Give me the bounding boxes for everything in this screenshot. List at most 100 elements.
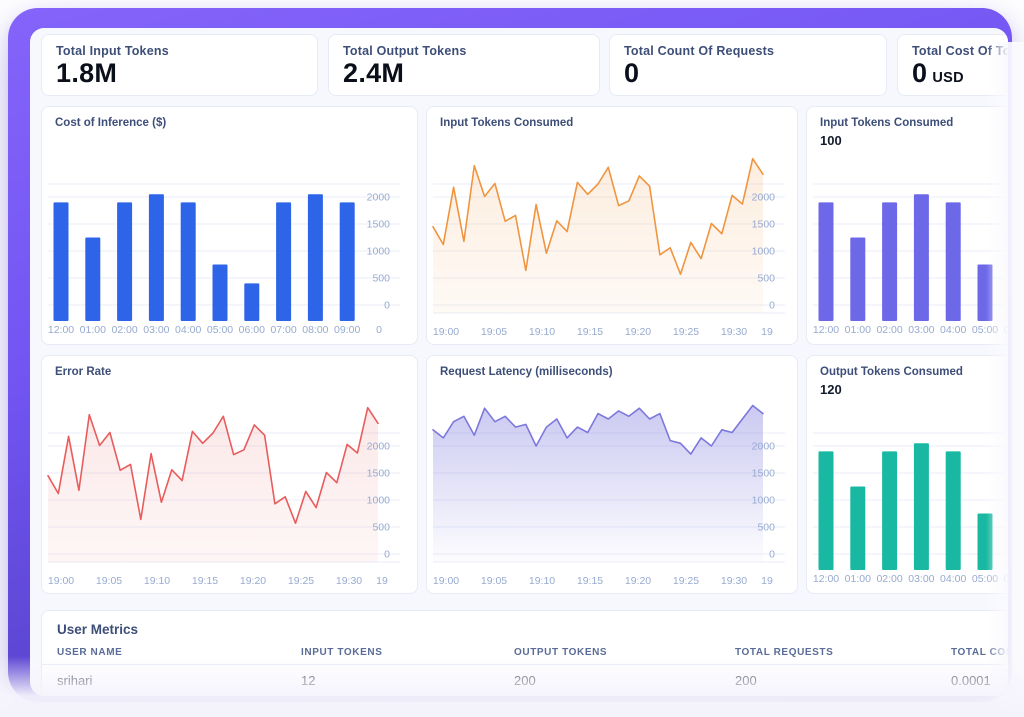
column-header-total-requests: TOTAL REQUESTS (735, 647, 833, 658)
chart-card-input-tokens-bar: Input Tokens Consumed 100 12:00 01:00 02:0… (806, 106, 1008, 345)
svg-text:0: 0 (376, 324, 382, 336)
column-header-user-name: USER NAME (57, 647, 122, 658)
stat-card-total-requests: Total Count Of Requests 0 (609, 34, 887, 96)
stat-label: Total Count Of Requests (624, 44, 774, 58)
chart-title: Request Latency (milliseconds) (440, 366, 613, 378)
svg-text:19:05: 19:05 (96, 575, 122, 587)
svg-text:01:00: 01:00 (845, 573, 871, 585)
svg-text:02:00: 02:00 (876, 324, 902, 336)
cell-output-tokens: 200 (514, 673, 536, 688)
cost-of-inference-bar-chart[interactable]: 12:0001:0002:0003:0004:0005:0006:0007:00… (42, 107, 418, 345)
svg-text:19:30: 19:30 (721, 575, 747, 587)
svg-text:05:00: 05:00 (972, 573, 998, 585)
svg-text:1500: 1500 (367, 219, 391, 231)
svg-text:2000: 2000 (367, 192, 391, 204)
chart-title: Cost of Inference ($) (55, 117, 166, 129)
chart-card-cost-of-inference: Cost of Inference ($) 12:00 01:00 02:00 03:… (41, 106, 418, 345)
cell-input-tokens: 12 (301, 673, 315, 688)
svg-text:19:25: 19:25 (673, 575, 699, 587)
svg-text:2000: 2000 (752, 441, 776, 453)
svg-text:19:30: 19:30 (721, 326, 747, 338)
cell-user-name: srihari (57, 673, 92, 688)
cell-total-requests: 200 (735, 673, 757, 688)
chart-card-output-tokens-bar: Output Tokens Consumed 120 12:00 01:00 02:… (806, 355, 1008, 594)
stat-card-total-output-tokens: Total Output Tokens 2.4M (328, 34, 600, 96)
svg-text:12:00: 12:00 (813, 324, 839, 336)
svg-text:0: 0 (769, 300, 775, 312)
chart-title: Input Tokens Consumed (440, 117, 573, 129)
svg-text:500: 500 (372, 522, 390, 534)
svg-text:19:00: 19:00 (433, 575, 459, 587)
svg-text:0: 0 (384, 300, 390, 312)
cell-total-cost: 0.0001 (951, 673, 991, 688)
svg-text:1000: 1000 (367, 246, 391, 258)
chart-subtitle: 120 (820, 382, 842, 397)
svg-text:19:20: 19:20 (240, 575, 266, 587)
table-divider (42, 664, 1008, 665)
svg-text:08:00: 08:00 (302, 324, 328, 336)
svg-text:02:00: 02:00 (111, 324, 137, 336)
column-header-total-cost: TOTAL COS (951, 647, 1008, 658)
svg-text:06:00: 06:00 (1004, 573, 1008, 585)
svg-text:500: 500 (372, 273, 390, 285)
svg-text:19:20: 19:20 (625, 575, 651, 587)
svg-text:04:00: 04:00 (940, 573, 966, 585)
chart-subtitle: 100 (820, 133, 842, 148)
svg-text:1000: 1000 (367, 495, 391, 507)
svg-text:12:00: 12:00 (48, 324, 74, 336)
svg-text:19:10: 19:10 (144, 575, 170, 587)
svg-text:06:00: 06:00 (1004, 324, 1008, 336)
svg-text:19:25: 19:25 (288, 575, 314, 587)
svg-text:19:05: 19:05 (481, 326, 507, 338)
chart-card-error-rate: Error Rate 19:00 19:05 19:10 19:15 19:20 19:2… (41, 355, 418, 594)
stat-value: 0 (624, 58, 639, 89)
column-header-output-tokens: OUTPUT TOKENS (514, 647, 607, 658)
column-header-input-tokens: INPUT TOKENS (301, 647, 382, 658)
svg-text:19:00: 19:00 (48, 575, 74, 587)
user-metrics-card: User Metrics USER NAME INPUT TOKENS OUTP… (41, 610, 1008, 696)
svg-text:01:00: 01:00 (845, 324, 871, 336)
svg-text:03:00: 03:00 (143, 324, 169, 336)
svg-text:19: 19 (761, 326, 773, 338)
chart-card-input-tokens-line: Input Tokens Consumed 19:0019:0519:1019:… (426, 106, 798, 345)
chart-title: Error Rate (55, 366, 111, 378)
svg-text:07:00: 07:00 (270, 324, 296, 336)
svg-text:05:00: 05:00 (207, 324, 233, 336)
svg-text:02:00: 02:00 (876, 573, 902, 585)
stat-card-total-cost: Total Cost Of Tok 0USD (897, 34, 1008, 96)
svg-text:0: 0 (769, 549, 775, 561)
svg-text:12:00: 12:00 (813, 573, 839, 585)
stat-label: Total Cost Of Tok (912, 44, 1008, 58)
svg-text:2000: 2000 (367, 441, 391, 453)
chart-card-request-latency: Request Latency (milliseconds) 19:0019:0… (426, 355, 798, 594)
svg-text:19: 19 (761, 575, 773, 587)
svg-text:19: 19 (376, 575, 388, 587)
svg-text:19:20: 19:20 (625, 326, 651, 338)
dashboard-panel: Total Input Tokens 1.8M Total Output Tok… (30, 28, 1008, 696)
svg-text:19:15: 19:15 (192, 575, 218, 587)
svg-text:500: 500 (757, 273, 775, 285)
svg-text:19:05: 19:05 (481, 575, 507, 587)
svg-text:01:00: 01:00 (80, 324, 106, 336)
svg-text:19:15: 19:15 (577, 575, 603, 587)
error-rate-area-chart[interactable]: 19:0019:0519:1019:1519:2019:2519:3019200… (42, 356, 418, 594)
svg-text:0: 0 (384, 549, 390, 561)
stat-label: Total Output Tokens (343, 44, 466, 58)
svg-text:03:00: 03:00 (908, 573, 934, 585)
chart-title: Output Tokens Consumed (820, 366, 963, 378)
request-latency-area-chart[interactable]: 19:00 19:05 19:10 19:15 19:20 19:25 19:30 19 200… (427, 356, 798, 594)
svg-text:05:00: 05:00 (972, 324, 998, 336)
svg-text:1500: 1500 (752, 468, 776, 480)
stat-unit: USD (932, 70, 964, 86)
stat-value: 1.8M (56, 58, 117, 89)
svg-text:19:10: 19:10 (529, 575, 555, 587)
svg-text:1000: 1000 (752, 495, 776, 507)
svg-text:06:00: 06:00 (239, 324, 265, 336)
svg-text:500: 500 (757, 522, 775, 534)
chart-title: Input Tokens Consumed (820, 117, 953, 129)
stat-value: 0USD (912, 58, 964, 89)
svg-text:19:10: 19:10 (529, 326, 555, 338)
svg-text:1000: 1000 (752, 246, 776, 258)
input-tokens-area-chart[interactable]: 19:0019:0519:1019:1519:2019:2519:3019200… (427, 107, 798, 345)
svg-text:1500: 1500 (752, 219, 776, 231)
